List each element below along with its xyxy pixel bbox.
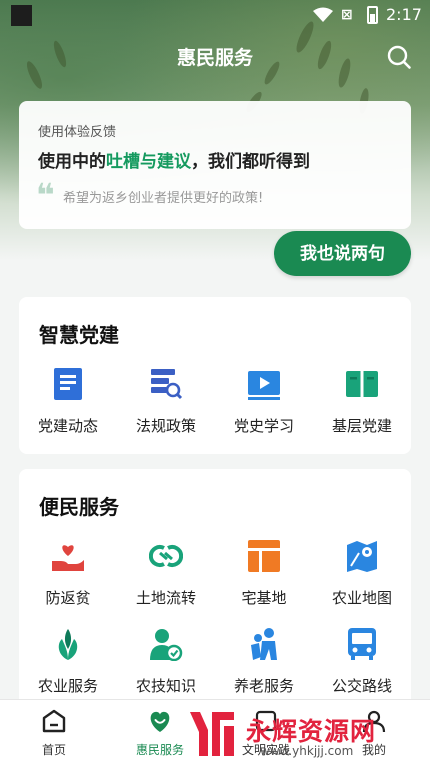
notification-icon (11, 5, 32, 26)
video-play-icon (248, 371, 280, 400)
tile-label: 农技知识 (135, 677, 196, 695)
tile-label: 党建动态 (37, 417, 98, 435)
transfer-icon (148, 545, 184, 567)
bus-icon (348, 628, 376, 660)
tile-grassroots-party[interactable]: 基层党建 (313, 367, 411, 436)
tile-homestead[interactable]: 宅基地 (215, 539, 313, 608)
headline-accent: 吐槽与建议 (106, 152, 191, 172)
party-section-title: 智慧党建 (39, 323, 119, 347)
tile-land-transfer[interactable]: 土地流转 (117, 539, 215, 608)
feedback-example: 希望为返乡创业者提供更好的政策! (63, 191, 264, 206)
service-section-title: 便民服务 (39, 495, 119, 519)
status-time: 2:17 (386, 5, 422, 24)
map-icon (347, 541, 377, 572)
tile-label: 法规政策 (135, 417, 196, 435)
layout-icon (248, 540, 280, 572)
sprout-icon (58, 629, 78, 660)
feedback-headline: 使用中的吐槽与建议，我们都听得到 (38, 147, 310, 172)
law-search-icon (151, 369, 183, 400)
tile-label: 农业服务 (37, 677, 98, 695)
tile-agri-knowledge[interactable]: 农技知识 (117, 627, 215, 696)
tile-elderly-care[interactable]: 养老服务 (215, 627, 313, 696)
watermark: 永辉资源网 www.yhkjjj.com (186, 708, 430, 764)
feedback-card[interactable]: 使用体验反馈 使用中的吐槽与建议，我们都听得到 ❝ 希望为返乡创业者提供更好的政… (19, 101, 411, 229)
heart-hand-icon (52, 545, 84, 571)
convenience-services-section: 便民服务 防返贫 土地流转 宅基地 农业地图 农业服务 农技知识 养老服务 公交… (19, 469, 411, 709)
tile-anti-poverty[interactable]: 防返贫 (19, 539, 117, 608)
tile-label: 基层党建 (331, 417, 392, 435)
tile-label: 党史学习 (233, 417, 294, 435)
home-icon (42, 709, 66, 733)
tile-label: 防返贫 (45, 589, 91, 607)
tile-party-history[interactable]: 党史学习 (215, 367, 313, 436)
quote-icon: ❝ (36, 176, 55, 214)
headline-suffix: ，我们都听得到 (191, 152, 310, 172)
smile-heart-icon (150, 711, 170, 732)
expert-icon (150, 629, 183, 662)
watermark-url: www.yhkjjj.com (260, 744, 354, 758)
tile-party-news[interactable]: 党建动态 (19, 367, 117, 436)
tile-label: 养老服务 (233, 677, 294, 695)
tile-agri-services[interactable]: 农业服务 (19, 627, 117, 696)
watermark-text: 永辉资源网 (246, 717, 377, 746)
feedback-label: 使用体验反馈 (38, 125, 117, 140)
tile-label: 土地流转 (135, 589, 196, 607)
watermark-logo-icon (190, 712, 234, 756)
tile-label: 公交路线 (331, 677, 392, 695)
book-icon (346, 371, 378, 397)
tile-label: 农业地图 (331, 589, 392, 607)
tile-bus-routes[interactable]: 公交路线 (313, 627, 411, 696)
status-bar: ⊠ 2:17 (0, 0, 430, 30)
battery-icon (367, 6, 378, 24)
search-icon[interactable] (386, 44, 412, 70)
elderly-icon (251, 628, 277, 660)
wifi-icon (313, 7, 333, 22)
party-building-section: 智慧党建 党建动态 法规政策 党史学习 基层党建 (19, 297, 411, 454)
tile-laws-policy[interactable]: 法规政策 (117, 367, 215, 436)
submit-feedback-button[interactable]: 我也说两句 (274, 231, 411, 276)
page-title: 惠民服务 (176, 47, 253, 69)
tile-label: 宅基地 (241, 589, 287, 607)
tile-agri-map[interactable]: 农业地图 (313, 539, 411, 608)
no-signal-icon: ⊠ (341, 7, 353, 23)
document-icon (54, 368, 82, 400)
tab-label: 首页 (41, 743, 66, 757)
tab-home[interactable]: 首页 (14, 708, 94, 758)
headline-prefix: 使用中的 (38, 152, 106, 172)
